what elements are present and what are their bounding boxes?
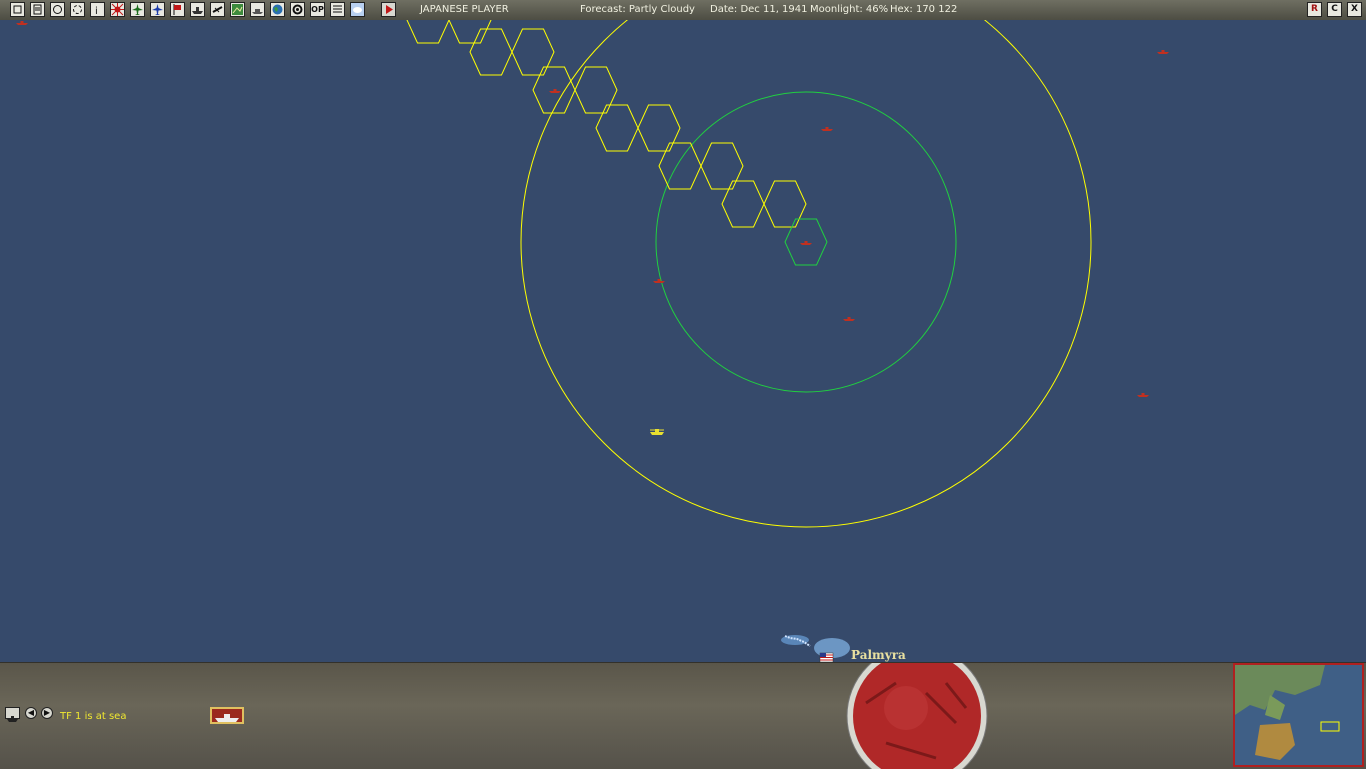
moonlight-label: Moonlight: 46% xyxy=(810,4,889,15)
map-icon[interactable] xyxy=(230,2,245,17)
notes-icon[interactable] xyxy=(30,2,45,17)
player-label: JAPANESE PLAYER xyxy=(420,4,509,15)
globe-icon[interactable] xyxy=(270,2,285,17)
play-icon[interactable] xyxy=(381,2,396,17)
end-turn-dial[interactable] xyxy=(846,663,988,769)
mini-map[interactable] xyxy=(1233,663,1364,767)
aircraft-icon[interactable] xyxy=(130,2,145,17)
bottom-panel: ◀ ▶ TF 1 is at sea xyxy=(0,662,1366,769)
air-unit-icon[interactable] xyxy=(150,2,165,17)
op-label: OP xyxy=(311,5,324,14)
reports-label: R xyxy=(1311,4,1318,14)
svg-text:i: i xyxy=(95,6,98,16)
top-toolbar: i OP JAPANESE PLAYER Forecast: Partly Cl… xyxy=(0,0,1366,21)
us-flag-icon xyxy=(819,652,834,662)
refresh-icon[interactable] xyxy=(50,2,65,17)
japanese-flag-icon[interactable] xyxy=(110,2,125,17)
list-icon[interactable] xyxy=(330,2,345,17)
flag-icon[interactable] xyxy=(170,2,185,17)
date-label: Date: Dec 11, 1941 xyxy=(710,4,808,15)
ship-icon[interactable] xyxy=(190,2,205,17)
ocean-background xyxy=(0,20,1366,662)
airplane-icon[interactable] xyxy=(210,2,225,17)
hex-label: Hex: 170 122 xyxy=(890,4,958,15)
friendly-task-force-icon[interactable] xyxy=(650,429,664,435)
combat-label: C xyxy=(1331,4,1338,14)
status-message: TF 1 is at sea xyxy=(60,711,127,722)
combat-icon[interactable]: C xyxy=(1327,2,1342,17)
info-icon[interactable]: i xyxy=(90,2,105,17)
settings-icon[interactable] xyxy=(290,2,305,17)
new-icon[interactable] xyxy=(10,2,25,17)
close-icon[interactable]: X xyxy=(1347,2,1362,17)
close-label: X xyxy=(1351,4,1358,14)
palmyra-label: Palmyra xyxy=(851,648,906,662)
reports-icon[interactable]: R xyxy=(1307,2,1322,17)
fleet-icon[interactable] xyxy=(250,2,265,17)
forecast-label: Forecast: Partly Cloudy xyxy=(580,4,695,15)
previous-arrow-icon[interactable]: ◀ xyxy=(25,707,37,719)
task-force-button[interactable] xyxy=(210,707,244,724)
next-arrow-icon[interactable]: ▶ xyxy=(41,707,53,719)
ship-list-icon[interactable] xyxy=(5,707,20,722)
ocean-map[interactable]: Palmyra xyxy=(0,20,1366,662)
cycle-icon[interactable] xyxy=(70,2,85,17)
op-icon[interactable]: OP xyxy=(310,2,325,17)
weather-icon[interactable] xyxy=(350,2,365,17)
